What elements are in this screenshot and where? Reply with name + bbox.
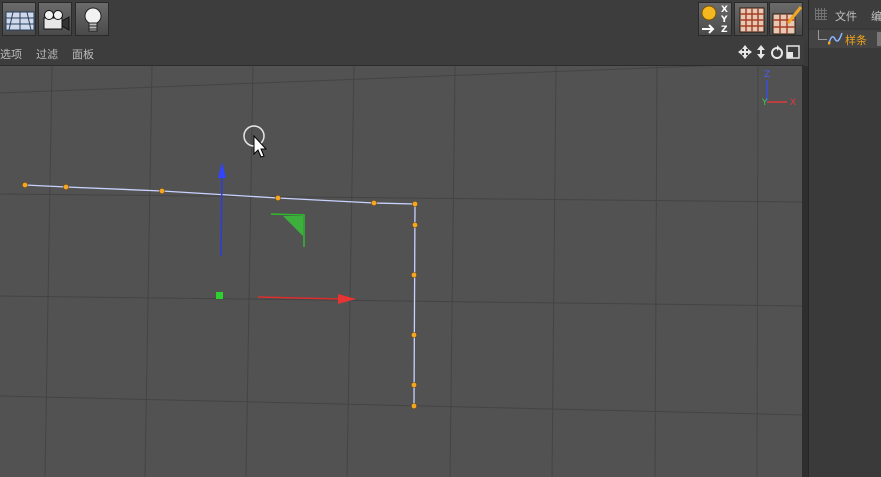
spline-point[interactable] <box>411 403 417 409</box>
z-axis-handle[interactable] <box>216 292 223 299</box>
texture-button[interactable] <box>734 2 768 36</box>
top-toolbar: X Y Z <box>0 0 808 41</box>
spline-icon <box>827 31 843 46</box>
zoom-view-icon[interactable] <box>754 44 768 60</box>
spline-point[interactable] <box>412 222 418 228</box>
spline-point[interactable] <box>411 272 417 278</box>
floor-grid <box>0 66 804 477</box>
paint-button[interactable] <box>769 2 803 36</box>
move-view-icon[interactable] <box>738 44 752 60</box>
xy-plane-fill <box>283 216 303 236</box>
light-button[interactable] <box>75 2 109 36</box>
spline-point[interactable] <box>22 182 28 188</box>
world-axis-label-z: Z <box>721 25 728 35</box>
light-bulb-icon <box>84 7 102 32</box>
gizmo-x-label: X <box>790 98 796 108</box>
spline-point[interactable] <box>371 200 377 206</box>
spline-point[interactable] <box>411 332 417 338</box>
menu-file[interactable]: 文件 <box>835 8 857 24</box>
perspective-grid-icon <box>5 11 35 31</box>
tree-connector <box>818 30 827 40</box>
spline-point[interactable] <box>411 382 417 388</box>
object-row-spline[interactable]: 样条 <box>809 30 881 48</box>
y-axis-handle[interactable] <box>220 175 223 257</box>
world-axis-button[interactable]: X Y Z <box>698 2 732 36</box>
maximize-view-icon[interactable] <box>786 44 800 60</box>
view-axis-gizmo: Z Y X <box>761 70 796 108</box>
object-manager-panel: 文件 编 样条 <box>808 0 881 477</box>
texture-checker-icon <box>739 7 765 33</box>
object-manager-menubar: 文件 编 <box>809 0 881 28</box>
camera-button[interactable] <box>38 2 72 36</box>
viewport-nav-icons <box>738 44 802 62</box>
mouse-cursor <box>243 125 268 158</box>
move-gizmo[interactable] <box>216 162 356 304</box>
object-label[interactable]: 样条 <box>845 32 867 48</box>
menu-panel[interactable]: 面板 <box>72 46 94 62</box>
viewport-menubar: 选项 过滤 面板 <box>0 41 804 66</box>
perspective-view-button[interactable] <box>2 2 36 36</box>
object-tag-icon[interactable] <box>877 32 881 46</box>
rotate-view-icon[interactable] <box>770 44 784 60</box>
3d-viewport[interactable]: Z Y X <box>0 66 804 477</box>
viewport-canvas[interactable]: Z Y X <box>0 66 804 477</box>
camera-icon <box>43 10 70 31</box>
grip-icon[interactable] <box>815 8 827 20</box>
gizmo-y-label: Y <box>761 98 768 108</box>
gizmo-z-label: Z <box>764 70 770 80</box>
spline-point[interactable] <box>63 184 69 190</box>
x-axis-handle[interactable] <box>257 296 341 300</box>
menu-edit[interactable]: 编 <box>871 8 881 24</box>
menu-filter[interactable]: 过滤 <box>36 46 58 62</box>
world-axis-label-y: Y <box>721 15 728 25</box>
menu-options[interactable]: 选项 <box>0 46 22 62</box>
spline-point[interactable] <box>412 201 418 207</box>
paint-brush-icon <box>772 6 803 35</box>
world-axis-label-x: X <box>721 5 728 15</box>
y-axis-arrow[interactable] <box>218 162 226 178</box>
spline-point[interactable] <box>275 195 281 201</box>
x-axis-arrow[interactable] <box>338 294 356 304</box>
spline-point[interactable] <box>159 188 165 194</box>
